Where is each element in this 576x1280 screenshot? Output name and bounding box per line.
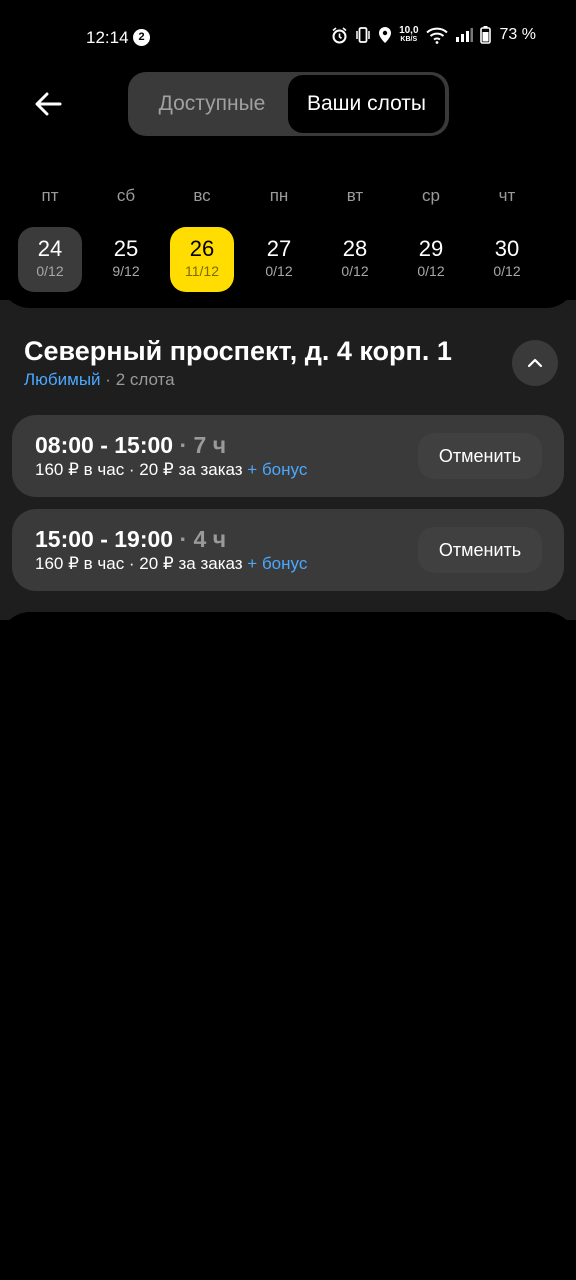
location-card: Северный проспект, д. 4 корп. 1 Любимый …: [0, 318, 576, 604]
day-row: 24 0/12 25 9/12 26 11/12 27 0/12 28 0/12…: [0, 227, 576, 292]
calendar-day-24[interactable]: 24 0/12: [18, 227, 82, 292]
slot-bonus[interactable]: + бонус: [247, 554, 307, 573]
weekday-label: вс: [193, 186, 211, 205]
notification-badge: 2: [133, 29, 150, 46]
location-subtitle: Любимый · 2 слота: [24, 370, 175, 390]
empty-content-area: [0, 612, 576, 1280]
day-number: 25: [113, 236, 139, 261]
alarm-icon: [331, 26, 348, 44]
status-bar: 12:14 2 10,0 KB/S 73 %: [0, 0, 576, 76]
slot-duration: · 4 ч: [179, 526, 227, 552]
location-icon: [378, 26, 392, 44]
calendar-day-26[interactable]: 26 11/12: [170, 227, 234, 292]
battery-icon: [479, 26, 491, 44]
weekday-label: ср: [422, 186, 440, 205]
back-button[interactable]: [30, 86, 66, 122]
vibrate-icon: [355, 26, 371, 44]
slot-pay: 160 ₽ в час · 20 ₽ за заказ + бонус: [35, 554, 307, 574]
collapse-button[interactable]: [512, 340, 558, 386]
cancel-slot-button[interactable]: Отменить: [418, 433, 542, 479]
day-number: 24: [37, 236, 63, 261]
slot-time-range: 08:00 - 15:00: [35, 432, 174, 458]
network-speed-unit: KB/S: [400, 36, 418, 43]
weekday-label: пн: [269, 186, 289, 205]
network-speed: 10,0 KB/S: [399, 26, 418, 44]
day-slot-count: 0/12: [265, 263, 293, 279]
weekday-label: вт: [346, 186, 364, 205]
calendar-day-27[interactable]: 27 0/12: [247, 227, 311, 292]
battery-percent: 73 %: [499, 26, 536, 43]
slot-count: 2 слота: [115, 370, 175, 389]
slot-pay-rate: 160 ₽ в час · 20 ₽ за заказ: [35, 460, 243, 479]
calendar-day-25[interactable]: 25 9/12: [94, 227, 158, 292]
day-number: 26: [189, 236, 215, 261]
day-slot-count: 0/12: [341, 263, 369, 279]
day-slot-count: 11/12: [185, 263, 219, 279]
weekday-label: пт: [41, 186, 59, 205]
date-selector: пт сб вс пн вт ср чт 24 0/12 25 9/12 26 …: [0, 150, 576, 308]
calendar-day-30[interactable]: 30 0/12: [475, 227, 539, 292]
network-speed-value: 10,0: [399, 25, 419, 36]
signal-icon: [455, 28, 473, 42]
slot-time: 08:00 - 15:00 · 7 ч: [35, 432, 226, 459]
location-title: Северный проспект, д. 4 корп. 1: [24, 336, 452, 366]
weekday-label: сб: [116, 186, 136, 205]
day-slot-count: 9/12: [112, 263, 140, 279]
day-slot-count: 0/12: [417, 263, 445, 279]
slot-pay: 160 ₽ в час · 20 ₽ за заказ + бонус: [35, 460, 307, 480]
day-slot-count: 0/12: [493, 263, 521, 279]
weekday-row: пт сб вс пн вт ср чт: [0, 186, 576, 210]
tab-available[interactable]: Доступные: [134, 75, 290, 133]
tab-my-slots[interactable]: Ваши слоты: [288, 75, 445, 133]
day-number: 29: [418, 236, 444, 261]
status-time: 12:14: [86, 28, 129, 47]
day-number: 27: [266, 236, 292, 261]
slot-pay-rate: 160 ₽ в час · 20 ₽ за заказ: [35, 554, 243, 573]
arrow-left-icon: [35, 92, 62, 116]
slot-time: 15:00 - 19:00 · 4 ч: [35, 526, 226, 553]
calendar-day-29[interactable]: 29 0/12: [399, 227, 463, 292]
day-number: 30: [494, 236, 520, 261]
weekday-label: чт: [498, 186, 516, 205]
slot-bonus[interactable]: + бонус: [247, 460, 307, 479]
slot-card: 15:00 - 19:00 · 4 ч 160 ₽ в час · 20 ₽ з…: [12, 509, 564, 591]
favorite-label[interactable]: Любимый: [24, 370, 101, 389]
chevron-up-icon: [527, 358, 543, 368]
day-number: 28: [342, 236, 368, 261]
day-slot-count: 0/12: [36, 263, 64, 279]
cancel-slot-button[interactable]: Отменить: [418, 527, 542, 573]
calendar-day-28[interactable]: 28 0/12: [323, 227, 387, 292]
slot-card: 08:00 - 15:00 · 7 ч 160 ₽ в час · 20 ₽ з…: [12, 415, 564, 497]
status-icons: 10,0 KB/S 73 %: [331, 26, 536, 44]
slots-tab-switcher: Доступные Ваши слоты: [128, 72, 449, 136]
subtitle-separator: ·: [105, 370, 111, 389]
wifi-icon: [425, 27, 448, 44]
slot-time-range: 15:00 - 19:00: [35, 526, 174, 552]
slot-duration: · 7 ч: [179, 432, 227, 458]
